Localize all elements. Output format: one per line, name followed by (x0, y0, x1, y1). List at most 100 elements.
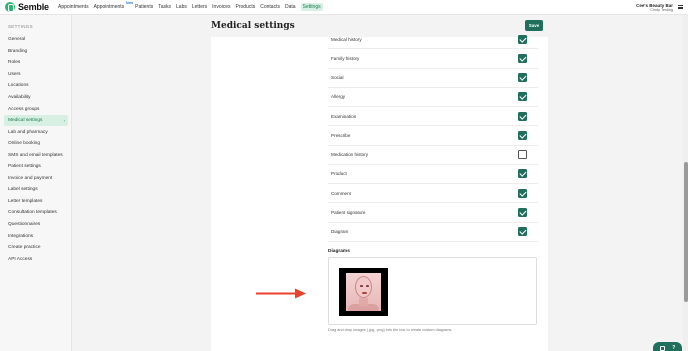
setting-row-diagram: Diagram (328, 223, 538, 242)
setting-label: Social (331, 75, 344, 81)
sidebar-item-branding[interactable]: Branding (4, 46, 68, 58)
nav-contacts[interactable]: Contacts (260, 4, 280, 11)
apps-grid-icon[interactable] (659, 345, 665, 351)
nav-appointments-new[interactable]: Appointments New (93, 1, 134, 11)
sidebar-item-access-groups[interactable]: Access groups (4, 103, 68, 115)
checkbox-examination[interactable] (518, 111, 527, 121)
setting-label: Prescribe (331, 132, 351, 138)
sidebar-item-invoice-and-payment[interactable]: Invoice and payment (4, 173, 68, 185)
checkbox-product[interactable] (518, 169, 527, 179)
checkbox-family-history[interactable] (518, 53, 527, 63)
nav-data[interactable]: Data (285, 4, 296, 11)
sidebar-title: SETTINGS (8, 24, 33, 29)
sidebar-item-users[interactable]: Users (4, 69, 68, 81)
checkbox-comment[interactable] (518, 188, 527, 198)
sidebar-item-label: Availability (8, 95, 31, 100)
sidebar-item-integrations[interactable]: Integrations (4, 230, 68, 242)
app-name: Semble (18, 2, 49, 12)
nav-settings[interactable]: Settings (300, 3, 323, 11)
sidebar-item-create-practice[interactable]: Create practice (4, 242, 68, 254)
page-scrollbar-thumb[interactable] (684, 162, 688, 302)
sidebar-item-label: Invoice and payment (8, 175, 53, 181)
diagram-thumbnail[interactable] (339, 268, 388, 316)
sidebar-items: General Branding Roles Users Locations Availa… (4, 34, 68, 265)
chevron-right-icon: › (63, 118, 65, 124)
setting-label: Comment (331, 190, 351, 196)
diagram-face (355, 276, 372, 298)
sidebar-item-label: Label settings (8, 187, 38, 193)
checkbox-social[interactable] (518, 73, 527, 83)
setting-label: Medication history (331, 152, 369, 158)
setting-label: Allergy (331, 94, 346, 100)
sidebar-item-label: Patient settings (8, 164, 41, 170)
sidebar-item-lab-and-pharmacy[interactable]: Lab and pharmacy (4, 126, 68, 138)
setting-row-medication-history: Medication history (328, 146, 538, 165)
account-user: Cindy Testing (650, 8, 673, 12)
setting-row-prescribe: Prescribe (328, 126, 538, 146)
sidebar-item-label: Integrations (8, 233, 34, 239)
sidebar-item-label: Online booking (8, 141, 41, 147)
sidebar-item-questionnaires[interactable]: Questionnaires (4, 219, 68, 231)
diagram-right-eye (366, 285, 369, 287)
checkbox-diagram[interactable] (518, 227, 527, 237)
page-title: Medical settings (211, 21, 295, 31)
new-badge: New (125, 1, 134, 5)
face-diagram-image (346, 273, 381, 311)
sidebar-item-consultation-templates[interactable]: Consultation templates (4, 207, 68, 219)
hamburger-menu-icon[interactable] (678, 5, 683, 9)
checkbox-prescribe[interactable] (518, 130, 527, 140)
sidebar-item-sms-and-email-templates[interactable]: SMS and email templates (4, 149, 68, 161)
setting-row-product: Product (328, 165, 538, 185)
sidebar-item-label: Consultation templates (8, 210, 57, 216)
diagram-left-eye (360, 285, 363, 287)
sidebar-item-availability[interactable]: Availability (4, 92, 68, 104)
sidebar-item-label: SMS and email templates (8, 152, 63, 158)
sidebar-item-online-booking[interactable]: Online booking (4, 138, 68, 150)
nav-appointments[interactable]: Appointments (58, 4, 89, 11)
sidebar-item-label: Create practice (8, 245, 41, 251)
sidebar-item-medical-settings[interactable]: Medical settings › (4, 114, 68, 127)
help-widget[interactable]: ? (653, 342, 682, 351)
sidebar-item-label-settings[interactable]: Label settings (4, 184, 68, 196)
setting-row-allergy: Allergy (328, 88, 538, 108)
setting-label: Diagram (331, 229, 349, 235)
checkbox-patient-signature[interactable] (518, 208, 527, 218)
semble-logo[interactable]: Semble (5, 2, 49, 12)
nav-patients[interactable]: Patients (135, 4, 153, 11)
nav-letters[interactable]: Letters (192, 4, 207, 11)
semble-logo-icon (5, 2, 15, 12)
sidebar-item-api-access[interactable]: API Access (4, 253, 68, 265)
sidebar-item-label: Medical settings (8, 118, 43, 124)
sidebar-item-label: Letter templates (8, 198, 43, 204)
setting-label: Examination (331, 113, 357, 119)
sidebar-item-label: Questionnaires (8, 222, 41, 228)
diagrams-heading: Diagrams (328, 249, 350, 254)
nav-appointments-new-label: Appointments (93, 4, 125, 10)
top-nav-bar: Semble Appointments Appointments New Pati… (0, 0, 688, 15)
sidebar-item-label: Branding (8, 48, 28, 54)
nav-labs[interactable]: Labs (176, 4, 187, 11)
nav-products[interactable]: Products (236, 4, 256, 11)
sidebar-item-patient-settings[interactable]: Patient settings (4, 161, 68, 173)
sidebar-item-label: Lab and pharmacy (8, 129, 48, 135)
setting-row-social: Social (328, 69, 538, 88)
sidebar-item-locations[interactable]: Locations (4, 80, 68, 92)
setting-row-patient-signature: Patient signature (328, 203, 538, 223)
sidebar-item-label: Locations (8, 83, 29, 89)
account-menu[interactable]: Cee's Beauty Bar Cindy Testing (636, 3, 673, 12)
checkbox-allergy[interactable] (518, 92, 527, 102)
checkbox-medication-history[interactable] (518, 150, 527, 160)
sidebar-item-general[interactable]: General (4, 34, 68, 46)
sidebar-item-roles[interactable]: Roles (4, 57, 68, 69)
sidebar-item-label: General (8, 37, 26, 43)
diagram-neck (359, 298, 368, 306)
sidebar-item-label: API Access (8, 256, 33, 262)
nav-invoices[interactable]: Invoices (212, 4, 230, 11)
setting-label: Medical history (331, 36, 362, 42)
help-question-icon[interactable]: ? (672, 345, 675, 351)
sidebar-item-label: Roles (8, 60, 21, 66)
red-arrow-annotation (256, 288, 306, 299)
nav-tasks[interactable]: Tasks (158, 4, 171, 11)
checkbox-medical-history[interactable] (518, 34, 527, 44)
sidebar-item-letter-templates[interactable]: Letter templates (4, 196, 68, 208)
